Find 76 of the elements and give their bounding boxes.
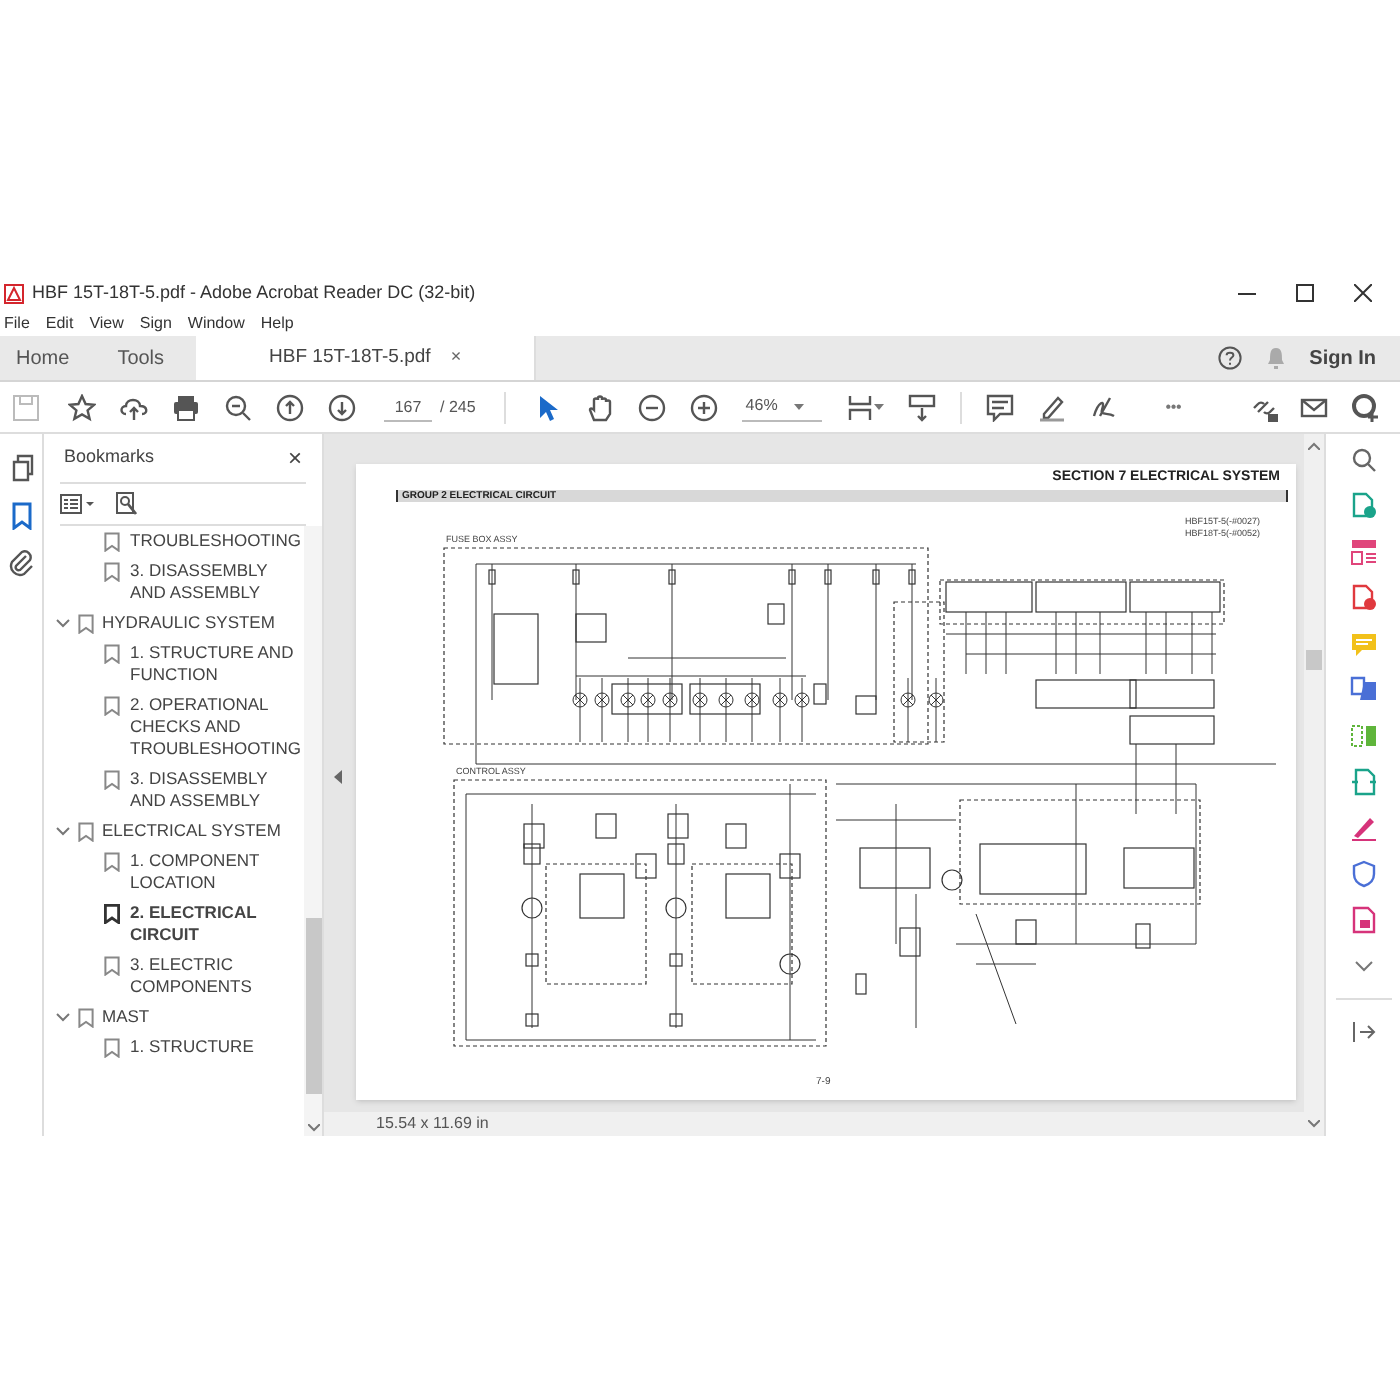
bookmark-item[interactable]: 1. COMPONENT LOCATION [130,850,304,894]
page-count: / 245 [440,395,476,419]
bookmark-item[interactable]: 1. STRUCTURE AND FUNCTION [130,642,304,686]
bookmark-icon[interactable] [104,904,120,924]
more-tools-button[interactable]: ••• [1165,395,1182,419]
caret-icon [793,403,804,409]
menu-item[interactable]: Edit [45,311,74,335]
expand-panel-icon[interactable] [1349,1018,1377,1046]
comment-icon[interactable] [985,393,1014,421]
document-download-icon[interactable] [1349,676,1377,704]
menu-item[interactable]: Window [187,311,245,335]
options-menu-icon[interactable] [60,494,96,514]
bookmark-item[interactable]: ELECTRICAL SYSTEM [102,820,281,842]
bookmark-item[interactable]: 3. ELECTRIC COMPONENTS [130,954,304,998]
close-panel-button[interactable]: × [287,446,302,470]
bookmark-item[interactable]: 2. ELECTRICAL CIRCUIT [130,902,304,946]
bookmark-item[interactable]: HYDRAULIC SYSTEM [102,612,275,634]
cloud-upload-icon[interactable] [120,393,148,421]
paperclip-icon[interactable] [7,550,35,578]
zoom-field[interactable]: 46% [741,392,822,422]
bookmark-item[interactable]: 1. STRUCTURE [130,1036,254,1058]
scroll-up-icon[interactable] [1308,442,1320,450]
add-user-icon[interactable] [1352,393,1380,421]
scrollbar-thumb[interactable] [1306,650,1322,670]
pdf-app-icon [4,283,24,303]
bookmark-item[interactable]: 2. OPERATIONAL CHECKS AND TROUBLESHOOTING [130,694,304,760]
magnifier-icon[interactable] [1349,446,1377,474]
sign-in-button[interactable]: Sign In [1309,343,1376,373]
maximize-icon[interactable] [1296,284,1314,302]
layout-icon[interactable] [1349,538,1377,566]
scroll-down-icon[interactable] [1308,1120,1320,1128]
mail-icon[interactable] [1300,393,1328,421]
shield-icon[interactable] [1349,860,1377,888]
document-plus-icon[interactable] [1349,584,1377,612]
zoom-in-icon[interactable] [689,393,718,421]
document-plus-icon[interactable] [1349,492,1377,520]
pages-icon[interactable] [7,454,35,482]
tab[interactable]: Tools [101,336,181,380]
help-icon[interactable] [1217,346,1242,370]
pen-icon[interactable] [1037,393,1066,421]
print-icon[interactable] [172,393,200,421]
bookmark-item[interactable]: TROUBLESHOOTING [130,530,301,552]
fit-page-icon[interactable] [845,393,874,421]
scrollbar[interactable] [304,526,322,1136]
bookmark-item[interactable]: 3. DISASSEMBLY AND ASSEMBLY [130,560,304,604]
tab[interactable]: Home [0,336,86,380]
zoom-out-icon[interactable] [224,393,252,421]
page-size-label: 15.54 x 11.69 in [376,1112,489,1136]
zoom-out-button-icon[interactable] [637,393,666,421]
star-icon[interactable] [68,393,96,421]
caret-icon[interactable] [873,404,884,410]
menu-item[interactable]: Help [260,311,294,335]
scroll-down-icon[interactable] [307,1124,319,1132]
page-number-field[interactable]: 167 [384,392,432,422]
close-icon[interactable] [1354,284,1372,302]
menu-item[interactable]: View [89,311,124,335]
signature-icon[interactable] [1089,393,1118,421]
close-tab-button[interactable]: × [450,344,462,372]
previous-page-icon[interactable] [276,393,304,421]
scrollbar-thumb[interactable] [305,918,321,1094]
find-bookmark-icon[interactable] [116,492,138,516]
columns-icon[interactable] [1349,722,1377,750]
document-refresh-icon[interactable] [1349,768,1377,796]
menu-item[interactable]: Sign [139,311,172,335]
pen-icon[interactable] [1349,814,1377,842]
bookmark-item[interactable]: 3. DISASSEMBLY AND ASSEMBLY [130,768,304,812]
menu-item[interactable]: File [4,311,30,335]
document-icon[interactable] [1349,906,1377,934]
next-page-icon[interactable] [328,393,356,421]
panel-title: Bookmarks [64,444,155,471]
tab[interactable]: HBF 15T-18T-5.pdf × [196,336,537,380]
window-title: HBF 15T-18T-5.pdf - Adobe Acrobat Reader DC (32-bit) [32,279,476,306]
scroll-mode-icon[interactable] [907,393,936,421]
bookmark-item[interactable]: MAST [102,1006,150,1028]
hand-icon[interactable] [585,393,614,421]
collapse-panel-icon[interactable] [334,770,342,784]
